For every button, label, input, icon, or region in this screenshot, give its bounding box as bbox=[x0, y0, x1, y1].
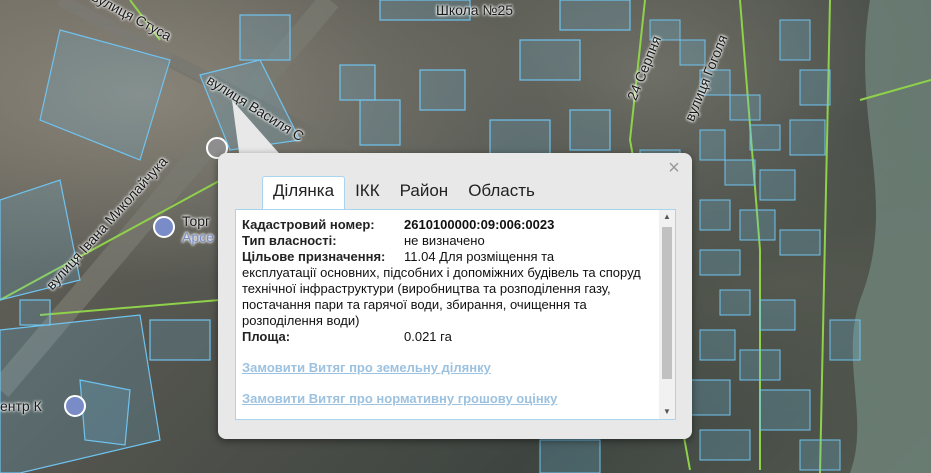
scroll-thumb[interactable] bbox=[662, 227, 672, 379]
tab-district[interactable]: Район bbox=[390, 177, 459, 209]
scroll-down-icon[interactable]: ▼ bbox=[659, 405, 675, 419]
field-label: Кадастровий номер: bbox=[242, 217, 375, 232]
field-ownership-type: Тип власності: не визначено bbox=[242, 233, 662, 249]
field-value: 2610100000:09:006:0023 bbox=[404, 217, 555, 232]
field-purpose-continued: експлуатації основних, підсобних і допом… bbox=[242, 265, 662, 329]
field-value: 0.021 га bbox=[404, 329, 452, 344]
field-value: експлуатації основних, підсобних і допом… bbox=[242, 265, 641, 328]
parcel-info-popup: × Ділянка ІКК Район Область Кадастровий … bbox=[218, 153, 692, 439]
tab-ikk[interactable]: ІКК bbox=[345, 177, 390, 209]
order-valuation-extract-link[interactable]: Замовити Витяг про нормативну грошову оц… bbox=[242, 391, 557, 406]
field-purpose: Цільове призначення: 11.04 Для розміщенн… bbox=[242, 249, 662, 265]
order-land-extract-link[interactable]: Замовити Витяг про земельну ділянку bbox=[242, 360, 491, 375]
parcel-details-panel[interactable]: Кадастровий номер: 2610100000:09:006:002… bbox=[235, 209, 676, 420]
field-value: 11.04 Для розміщення та bbox=[404, 249, 555, 264]
field-label: Тип власності: bbox=[242, 233, 337, 248]
field-value: не визначено bbox=[404, 233, 485, 248]
field-cadastral-number: Кадастровий номер: 2610100000:09:006:002… bbox=[242, 217, 662, 233]
field-label: Площа: bbox=[242, 329, 291, 344]
field-label: Цільове призначення: bbox=[242, 249, 386, 264]
popup-tabs: Ділянка ІКК Район Область bbox=[262, 176, 545, 209]
close-icon[interactable]: × bbox=[666, 158, 682, 178]
scroll-up-icon[interactable]: ▲ bbox=[659, 210, 675, 224]
parcel-fields: Кадастровий номер: 2610100000:09:006:002… bbox=[242, 217, 662, 345]
tab-parcel[interactable]: Ділянка bbox=[262, 176, 346, 209]
field-area: Площа: 0.021 га bbox=[242, 329, 662, 345]
tab-region[interactable]: Область bbox=[458, 177, 545, 209]
scrollbar[interactable]: ▲ ▼ bbox=[659, 210, 675, 419]
